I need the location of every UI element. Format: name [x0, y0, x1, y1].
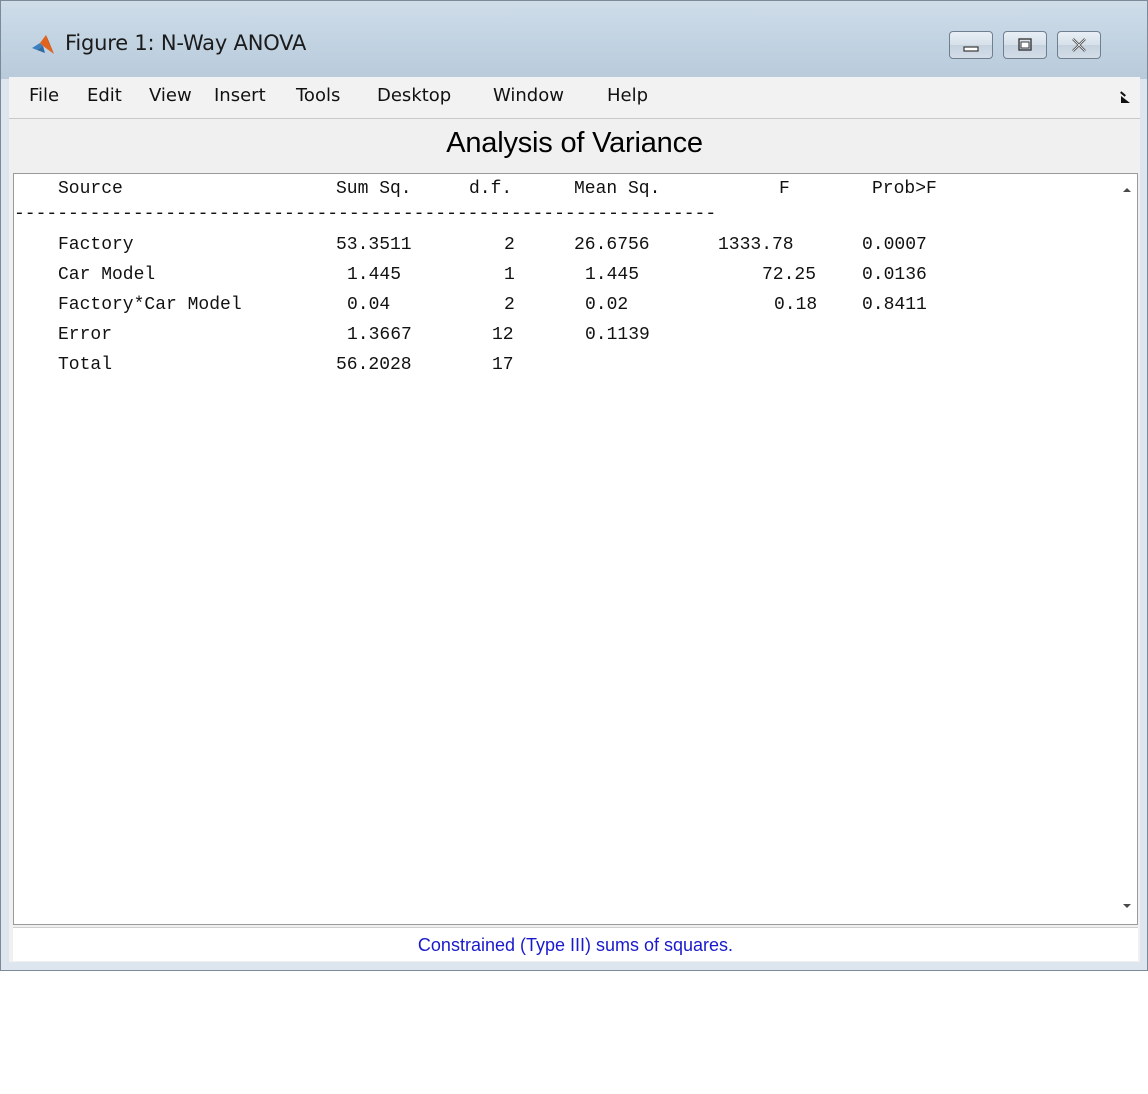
row-total-df: 17	[492, 355, 514, 375]
row-error-df: 12	[492, 325, 514, 345]
window-title: Figure 1: N-Way ANOVA	[65, 31, 307, 55]
menu-desktop[interactable]: Desktop	[375, 85, 453, 106]
row-factory-mean-sq: 26.6756	[574, 235, 650, 255]
anova-table: Source Sum Sq. d.f. Mean Sq. F Prob>F --…	[14, 174, 1114, 924]
column-header-prob-f: Prob>F	[872, 179, 937, 199]
row-car-model-prob-f: 0.0136	[862, 265, 927, 285]
row-car-model-source: Car Model	[58, 265, 156, 285]
table-separator: ----------------------------------------…	[14, 204, 717, 224]
row-total-sum-sq: 56.2028	[336, 355, 412, 375]
row-factory-f: 1333.78	[718, 235, 794, 255]
column-header-df: d.f.	[469, 179, 513, 199]
vertical-scrollbar[interactable]	[1117, 174, 1137, 924]
row-error-sum-sq: 1.3667	[347, 325, 412, 345]
anova-table-listbox[interactable]: Source Sum Sq. d.f. Mean Sq. F Prob>F --…	[13, 173, 1138, 925]
matlab-icon[interactable]	[31, 33, 55, 57]
column-header-mean-sq: Mean Sq.	[574, 179, 661, 199]
maximize-button[interactable]	[1003, 31, 1047, 59]
close-button[interactable]	[1057, 31, 1101, 59]
scroll-down-icon[interactable]	[1121, 902, 1133, 910]
row-total-source: Total	[58, 355, 113, 375]
column-header-sum-sq: Sum Sq.	[336, 179, 412, 199]
minimize-button[interactable]	[949, 31, 993, 59]
row-error-source: Error	[58, 325, 113, 345]
menu-help[interactable]: Help	[605, 85, 650, 106]
row-car-model-df: 1	[504, 265, 515, 285]
close-icon	[1072, 38, 1086, 52]
row-factory-source: Factory	[58, 235, 134, 255]
row-interaction-df: 2	[504, 295, 515, 315]
column-header-f: F	[779, 179, 790, 199]
figure-window: Figure 1: N-Way ANOVA File Edit View Ins…	[0, 0, 1148, 971]
title-bar-inner: Figure 1: N-Way ANOVA	[1, 1, 1147, 77]
row-factory-sum-sq: 53.3511	[336, 235, 412, 255]
column-header-source: Source	[58, 179, 123, 199]
dock-arrow-icon[interactable]	[1118, 91, 1132, 105]
row-interaction-f: 0.18	[774, 295, 818, 315]
menu-edit[interactable]: Edit	[85, 85, 124, 106]
menu-tools[interactable]: Tools	[294, 85, 342, 106]
row-car-model-sum-sq: 1.445	[347, 265, 402, 285]
minimize-icon	[963, 46, 979, 52]
menu-insert[interactable]: Insert	[212, 85, 268, 106]
row-interaction-mean-sq: 0.02	[585, 295, 629, 315]
row-interaction-prob-f: 0.8411	[862, 295, 927, 315]
row-interaction-source: Factory*Car Model	[58, 295, 242, 315]
footer-note: Constrained (Type III) sums of squares.	[13, 927, 1138, 961]
menu-file[interactable]: File	[27, 85, 61, 106]
row-factory-prob-f: 0.0007	[862, 235, 927, 255]
scroll-up-icon[interactable]	[1121, 186, 1133, 194]
row-factory-df: 2	[504, 235, 515, 255]
menu-view[interactable]: View	[147, 85, 194, 106]
row-interaction-sum-sq: 0.04	[347, 295, 391, 315]
figure-content: Analysis of Variance Source Sum Sq. d.f.…	[9, 119, 1140, 962]
anova-heading: Analysis of Variance	[446, 127, 703, 159]
maximize-icon	[1018, 38, 1032, 51]
title-bar[interactable]: Figure 1: N-Way ANOVA	[1, 1, 1147, 79]
row-error-mean-sq: 0.1139	[585, 325, 650, 345]
menu-bar: File Edit View Insert Tools Desktop Wind…	[9, 77, 1140, 119]
row-car-model-f: 72.25	[762, 265, 817, 285]
menu-window[interactable]: Window	[491, 85, 566, 106]
row-car-model-mean-sq: 1.445	[585, 265, 640, 285]
